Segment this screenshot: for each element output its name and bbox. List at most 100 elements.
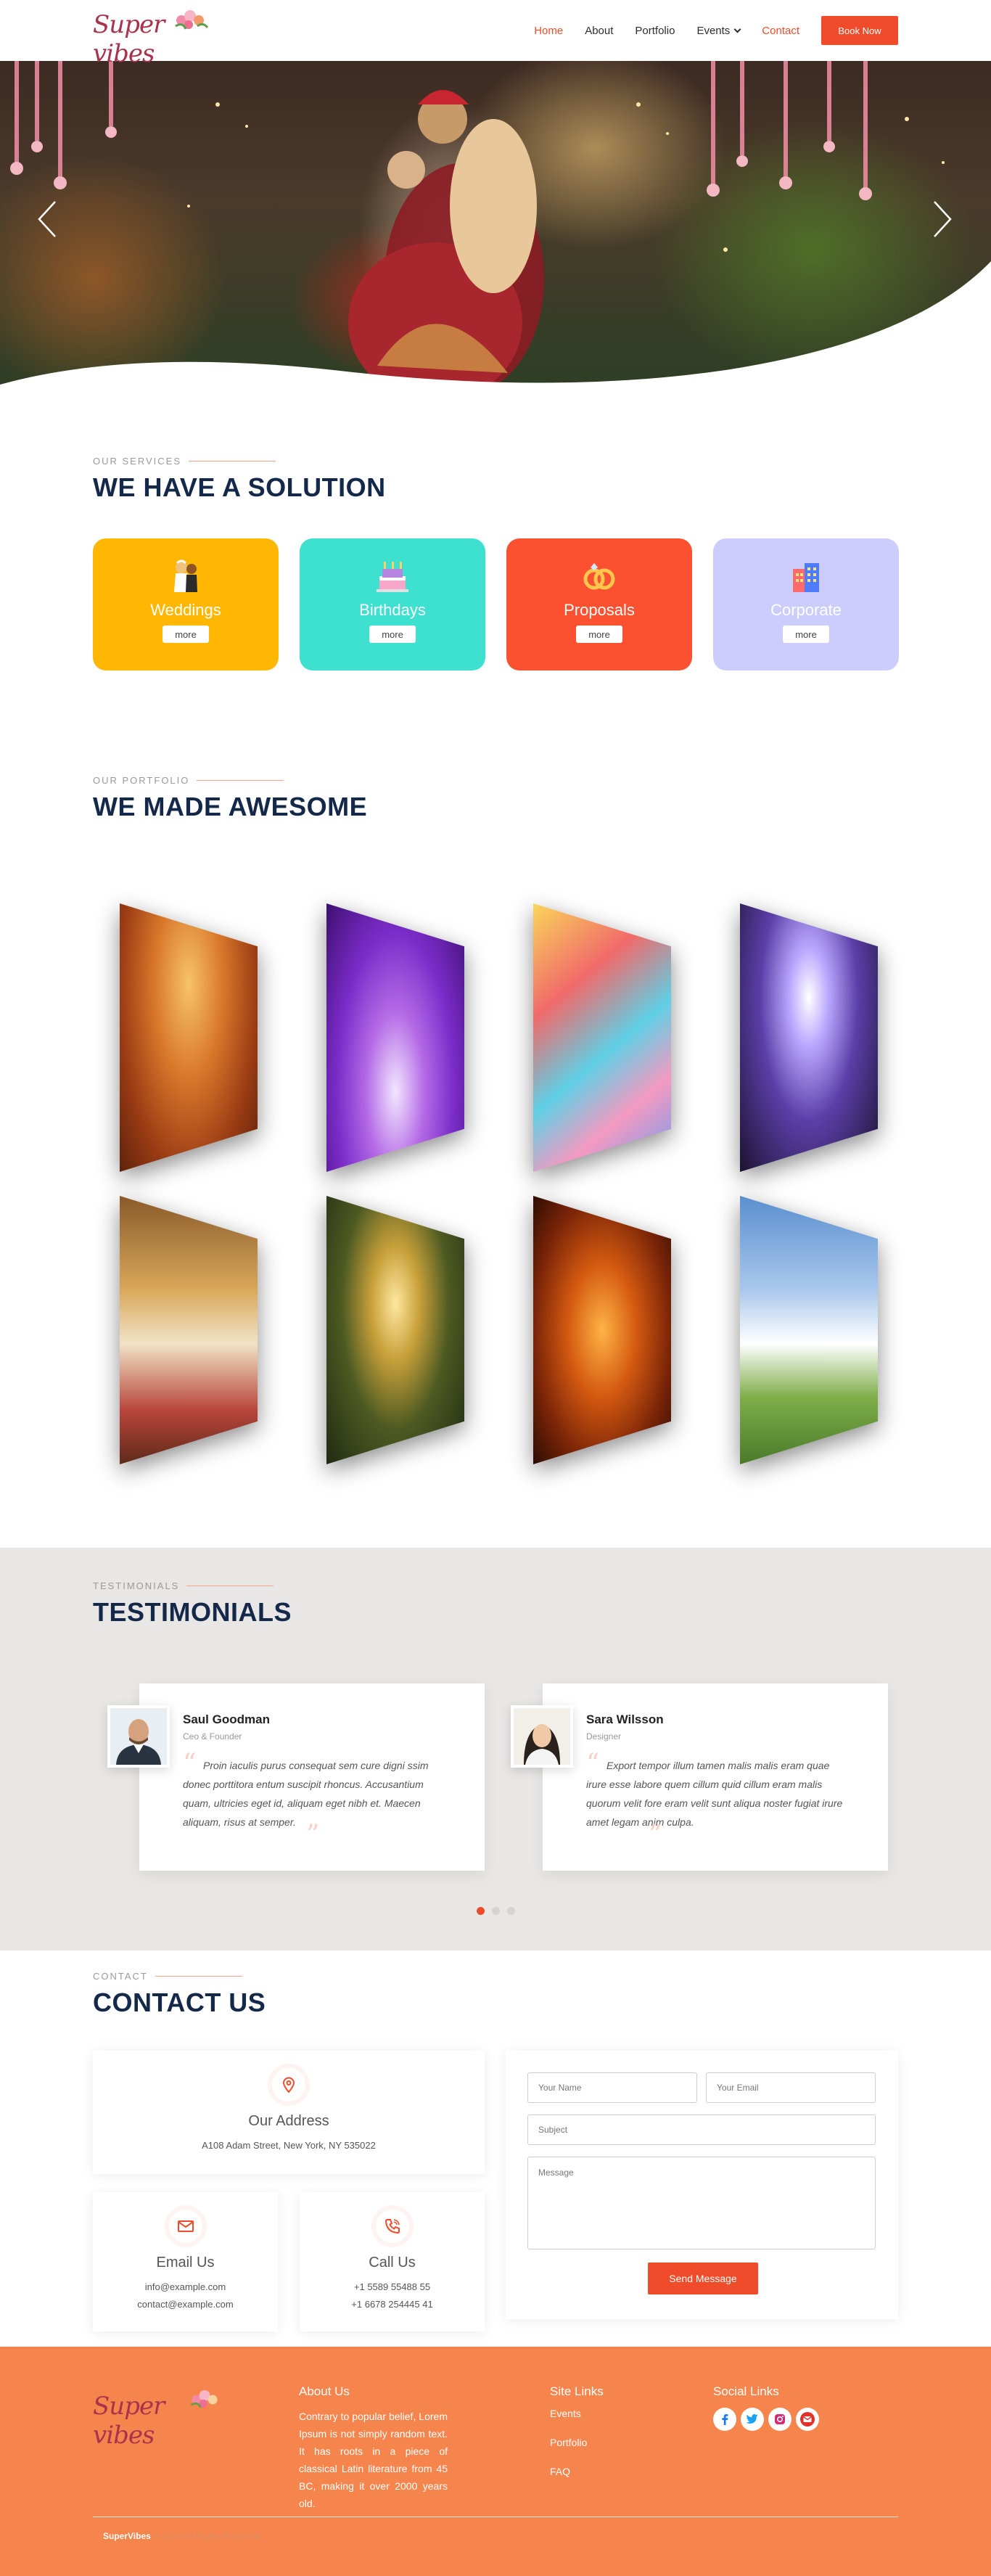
testimonials-eyebrow: TESTIMONIALS — [93, 1580, 292, 1591]
hero-next-arrow[interactable] — [932, 199, 953, 239]
nav-portfolio[interactable]: Portfolio — [635, 25, 675, 37]
name-field[interactable]: Your Name — [527, 2072, 697, 2103]
hero-wave — [0, 261, 991, 406]
copyright-text: © 2020 All Rights Reserved — [153, 2531, 260, 2541]
service-card-proposals[interactable]: Proposals more — [506, 538, 692, 670]
testimonials-title: TESTIMONIALS — [93, 1597, 292, 1627]
more-button[interactable]: more — [163, 625, 209, 643]
nav-home[interactable]: Home — [534, 25, 563, 37]
nav-events[interactable]: Events — [696, 24, 741, 37]
portfolio-item[interactable] — [326, 903, 464, 1172]
map-pin-icon — [272, 2068, 305, 2101]
service-card-corporate[interactable]: Corporate more — [713, 538, 899, 670]
subject-field[interactable]: Subject — [527, 2114, 876, 2145]
email-icon[interactable] — [796, 2408, 819, 2431]
portfolio-eyebrow: OUR PORTFOLIO — [93, 775, 367, 786]
portfolio-image — [326, 903, 464, 1172]
contact-eyebrow-text: CONTACT — [93, 1971, 148, 1982]
call-card: Call Us +1 5589 55488 55 +1 6678 254445 … — [300, 2192, 485, 2331]
site-header: Super vibes Home About Portfolio Events … — [0, 0, 991, 68]
portfolio-image — [326, 1196, 464, 1464]
chevron-left-icon — [38, 201, 56, 237]
phone-number[interactable]: +1 5589 55488 55 — [351, 2278, 432, 2296]
phone-number[interactable]: +1 6678 254445 41 — [351, 2296, 432, 2313]
contact-title: CONTACT US — [93, 1988, 266, 2017]
email-address[interactable]: contact@example.com — [137, 2296, 233, 2313]
portfolio-image — [120, 903, 258, 1172]
address-text: A108 Adam Street, New York, NY 535022 — [202, 2140, 376, 2151]
book-now-button[interactable]: Book Now — [821, 16, 898, 45]
address-card: Our Address A108 Adam Street, New York, … — [93, 2051, 485, 2174]
call-title: Call Us — [369, 2255, 416, 2271]
carousel-dot[interactable] — [476, 1907, 485, 1915]
service-label: Proposals — [564, 601, 635, 619]
portfolio-item[interactable] — [326, 1196, 464, 1464]
logo[interactable]: Super vibes — [93, 4, 209, 68]
portfolio-image — [740, 1196, 878, 1464]
email-card: Email Us info@example.com contact@exampl… — [93, 2192, 278, 2331]
services-heading: OUR SERVICES WE HAVE A SOLUTION — [93, 456, 386, 503]
testimonials-eyebrow-text: TESTIMONIALS — [93, 1580, 180, 1591]
address-title: Our Address — [248, 2113, 329, 2129]
footer-logo[interactable]: Super vibes — [93, 2384, 231, 2450]
wedding-couple-icon — [165, 556, 206, 596]
portfolio-item[interactable] — [120, 1196, 258, 1464]
avatar — [107, 1705, 170, 1768]
carousel-dot[interactable] — [506, 1907, 515, 1915]
divider-line — [197, 780, 284, 781]
main-nav: Home About Portfolio Events Contact Book… — [534, 16, 898, 45]
nav-contact[interactable]: Contact — [762, 25, 799, 37]
avatar — [511, 1705, 573, 1768]
testimonials-heading: TESTIMONIALS TESTIMONIALS — [93, 1580, 292, 1628]
social-links-title: Social Links — [713, 2384, 779, 2398]
testimonial-card: Sara Wilsson Designer “ Export tempor il… — [543, 1683, 888, 1871]
send-message-button[interactable]: Send Message — [648, 2263, 758, 2294]
service-card-birthdays[interactable]: Birthdays more — [300, 538, 485, 670]
flower-icon — [175, 10, 209, 30]
nav-events-label: Events — [696, 24, 731, 37]
portfolio-item[interactable] — [740, 1196, 878, 1464]
email-list: info@example.com contact@example.com — [137, 2278, 233, 2313]
service-label: Corporate — [770, 601, 842, 619]
service-card-weddings[interactable]: Weddings more — [93, 538, 279, 670]
footer-link-events[interactable]: Events — [550, 2408, 581, 2419]
message-field[interactable]: Message — [527, 2157, 876, 2249]
more-button[interactable]: more — [576, 625, 622, 643]
portfolio-item[interactable] — [120, 903, 258, 1172]
services-eyebrow-text: OUR SERVICES — [93, 456, 182, 467]
about-title: About Us — [299, 2384, 350, 2398]
services-eyebrow: OUR SERVICES — [93, 456, 386, 467]
testimonial-role: Designer — [586, 1731, 622, 1742]
hero-prev-arrow[interactable] — [36, 199, 58, 239]
office-building-icon — [786, 556, 826, 596]
facebook-icon[interactable] — [713, 2408, 736, 2431]
hero-banner — [0, 61, 991, 406]
footer-link-portfolio[interactable]: Portfolio — [550, 2437, 587, 2448]
rings-icon — [579, 556, 620, 596]
more-button[interactable]: more — [369, 625, 416, 643]
envelope-icon — [168, 2210, 202, 2243]
portfolio-image — [533, 903, 671, 1172]
nav-about[interactable]: About — [585, 25, 613, 37]
service-label: Weddings — [150, 601, 221, 619]
footer-link-faq[interactable]: FAQ — [550, 2466, 570, 2477]
portfolio-item[interactable] — [533, 1196, 671, 1464]
instagram-icon[interactable] — [768, 2408, 791, 2431]
phone-list: +1 5589 55488 55 +1 6678 254445 41 — [351, 2278, 432, 2313]
footer-divider — [93, 2516, 898, 2517]
twitter-icon[interactable] — [741, 2408, 764, 2431]
portfolio-eyebrow-text: OUR PORTFOLIO — [93, 775, 190, 786]
carousel-dot[interactable] — [491, 1907, 500, 1915]
email-title: Email Us — [156, 2255, 215, 2271]
email-address[interactable]: info@example.com — [137, 2278, 233, 2296]
divider-line — [155, 1976, 242, 1977]
more-button[interactable]: more — [783, 625, 829, 643]
birthday-cake-icon — [372, 556, 413, 596]
site-links-title: Site Links — [550, 2384, 604, 2398]
portfolio-item[interactable] — [740, 903, 878, 1172]
site-footer: Super vibes About Us Contrary to popular… — [0, 2347, 991, 2576]
portfolio-item[interactable] — [533, 903, 671, 1172]
email-field[interactable]: Your Email — [706, 2072, 876, 2103]
portfolio-image — [533, 1196, 671, 1464]
contact-heading: CONTACT CONTACT US — [93, 1971, 266, 2018]
